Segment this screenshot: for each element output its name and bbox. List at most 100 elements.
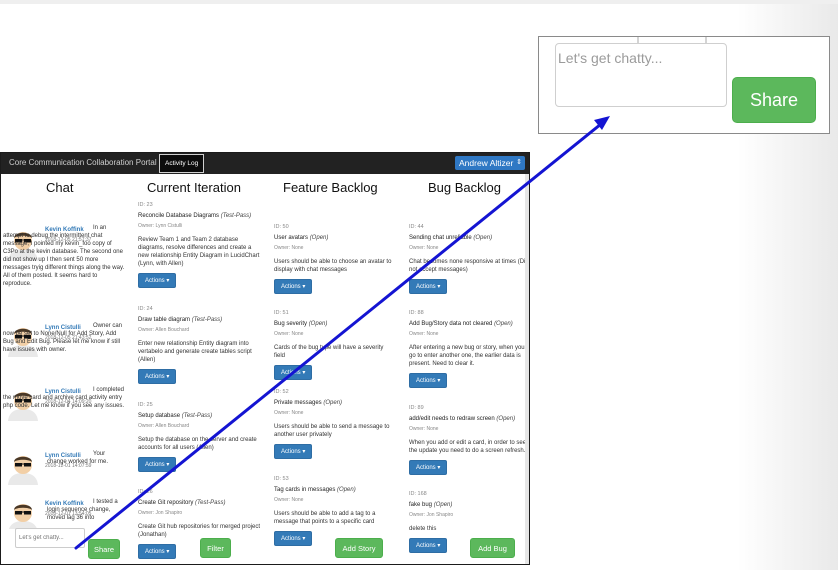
card-owner: Owner: None xyxy=(274,331,304,337)
card-title[interactable]: Bug severity (Open) xyxy=(274,321,396,327)
card-title[interactable]: Add Bug/Story data not cleared (Open) xyxy=(409,321,529,327)
card-description: Chat becomes none responsive at times (D… xyxy=(409,259,529,273)
card-current: ID: 24 Draw table diagram (Test-Pass) Ow… xyxy=(138,306,263,384)
filter-button[interactable]: Filter xyxy=(200,538,231,558)
app-window: Core Communication Collaboration Portal … xyxy=(0,152,530,565)
card-bug: ID: 44 Sending chat unreliable (Open) Ow… xyxy=(409,224,529,294)
card-owner: Owner: Jon Shapiro xyxy=(138,510,183,516)
card-owner: Owner: None xyxy=(409,426,439,432)
card-description: delete this xyxy=(409,526,437,532)
card-feature: ID: 52 Private messages (Open) Owner: No… xyxy=(274,389,396,459)
actions-dropdown-button[interactable]: Actions ▾ xyxy=(138,273,177,288)
bug-backlog-title: Bug Backlog xyxy=(428,180,501,195)
zoom-callout: Share xyxy=(538,36,830,134)
chat-share-button[interactable]: Share xyxy=(88,539,120,559)
card-id: ID: 50 xyxy=(274,224,289,230)
chat-text: I completed the move card and archive ca… xyxy=(3,387,125,409)
current-iteration-title: Current Iteration xyxy=(147,180,241,195)
card-owner: Owner: None xyxy=(274,245,304,251)
card-feature: ID: 53 Tag cards in messages (Open) Owne… xyxy=(274,476,396,546)
callout-chat-input[interactable] xyxy=(555,43,727,107)
card-id: ID: 53 xyxy=(274,476,289,482)
card-id: ID: 168 xyxy=(409,491,427,497)
actions-dropdown-button[interactable]: Actions ▾ xyxy=(409,279,448,294)
card-title[interactable]: Reconcile Database Diagrams (Test-Pass) xyxy=(138,213,263,219)
add-story-button[interactable]: Add Story xyxy=(335,538,383,558)
chat-message: Lynn Cistulli 2018-12-01 14:07:59 Your c… xyxy=(1,449,125,489)
card-owner: Owner: None xyxy=(274,410,304,416)
card-description: Users should be able to add a tag to a m… xyxy=(274,511,376,525)
card-feature: ID: 51 Bug severity (Open) Owner: None C… xyxy=(274,310,396,380)
card-feature: ID: 50 User avatars (Open) Owner: None U… xyxy=(274,224,396,294)
chat-text: I tested a login sequence change, moved … xyxy=(47,499,118,521)
card-description: Users should be able to send a message t… xyxy=(274,424,390,438)
actions-dropdown-button[interactable]: Actions ▾ xyxy=(274,444,313,459)
chat-column-title: Chat xyxy=(46,180,74,195)
card-description: Review Team 1 and Team 2 database diagra… xyxy=(138,237,260,267)
card-title[interactable]: Private messages (Open) xyxy=(274,400,396,406)
card-bug: ID: 89 add/edit needs to redraw screen (… xyxy=(409,405,529,475)
card-owner: Owner: None xyxy=(409,331,439,337)
card-owner: Owner: Allen Bouchard xyxy=(138,423,190,429)
card-title[interactable]: fake bug (Open) xyxy=(409,502,529,508)
card-id: ID: 25 xyxy=(138,402,153,408)
actions-dropdown-button[interactable]: Actions ▾ xyxy=(138,544,177,559)
card-owner: Owner: Jon Shapiro xyxy=(409,512,454,518)
chat-text: Owner can now be set to None/Null for Ad… xyxy=(3,323,123,353)
card-id: ID: 51 xyxy=(274,310,289,316)
callout-background-fragment xyxy=(637,37,707,43)
card-title[interactable]: Tag cards in messages (Open) xyxy=(274,487,396,493)
chat-text: In an attempt to debug the intermittent … xyxy=(3,225,125,287)
top-strip xyxy=(0,0,838,4)
chat-message: Lynn Cistulli 2018-12-04 14:09:20 I comp… xyxy=(1,385,125,437)
actions-dropdown-button[interactable]: Actions ▾ xyxy=(274,279,313,294)
card-description: Enter new relationship Entity diagram in… xyxy=(138,341,252,363)
avatar-icon xyxy=(8,456,38,485)
card-title[interactable]: Sending chat unreliable (Open) xyxy=(409,235,529,241)
card-id: ID: 88 xyxy=(409,310,424,316)
chat-text: Your change worked for me. xyxy=(47,451,109,465)
callout-share-button[interactable]: Share xyxy=(732,77,816,123)
actions-dropdown-button[interactable]: Actions ▾ xyxy=(138,457,177,472)
card-current: ID: 25 Setup database (Test-Pass) Owner:… xyxy=(138,402,263,472)
card-owner: Owner: Allen Bouchard xyxy=(138,327,190,333)
actions-dropdown-button[interactable]: Actions ▾ xyxy=(274,531,313,546)
card-description: Cards of the bug type will have a severi… xyxy=(274,345,384,359)
app-scrollbar[interactable] xyxy=(525,174,529,564)
actions-dropdown-button[interactable]: Actions ▾ xyxy=(409,373,448,388)
card-bug: ID: 88 Add Bug/Story data not cleared (O… xyxy=(409,310,529,388)
card-current: ID: 23 Reconcile Database Diagrams (Test… xyxy=(138,202,263,288)
updown-caret-icon: ⇕ xyxy=(516,159,522,166)
navbar-brand[interactable]: Core Communication Collaboration Portal xyxy=(9,158,157,167)
actions-dropdown-button[interactable]: Actions ▾ xyxy=(409,538,448,553)
chat-message: Kevin Koffink 2018-12-05 21:57:37 In an … xyxy=(1,223,125,311)
chat-message: Kevin Koffink 2018-12-01 13:54:05 I test… xyxy=(1,497,125,529)
navbar: Core Communication Collaboration Portal … xyxy=(1,153,529,174)
card-title[interactable]: Create Git repository (Test-Pass) xyxy=(138,500,263,506)
chat-message: Lynn Cistulli 2018-12-05 21:43:52 Owner … xyxy=(1,321,125,377)
card-owner: Owner: Lynn Cistulli xyxy=(138,223,183,229)
tab-activity-log[interactable]: Activity Log xyxy=(159,154,205,173)
card-description: Setup the database on the server and cre… xyxy=(138,437,257,451)
card-id: ID: 52 xyxy=(274,389,289,395)
feature-backlog-title: Feature Backlog xyxy=(283,180,378,195)
card-owner: Owner: None xyxy=(274,497,304,503)
add-bug-button[interactable]: Add Bug xyxy=(470,538,515,558)
card-owner: Owner: None xyxy=(409,245,439,251)
card-title[interactable]: User avatars (Open) xyxy=(274,235,396,241)
user-name: Andrew Altizer xyxy=(459,158,514,168)
actions-dropdown-button[interactable]: Actions ▾ xyxy=(409,460,448,475)
actions-dropdown-button[interactable]: Actions ▾ xyxy=(138,369,177,384)
card-id: ID: 23 xyxy=(138,202,153,208)
user-select[interactable]: Andrew Altizer ⇕ xyxy=(455,156,525,170)
chat-input[interactable] xyxy=(15,528,85,548)
card-id: ID: 24 xyxy=(138,306,153,312)
card-title[interactable]: Setup database (Test-Pass) xyxy=(138,413,263,419)
card-description: When you add or edit a card, in order to… xyxy=(409,440,527,454)
card-title[interactable]: Draw table diagram (Test-Pass) xyxy=(138,317,263,323)
card-description: Create Git hub repositories for merged p… xyxy=(138,524,261,538)
card-description: After entering a new bug or story, when … xyxy=(409,345,525,367)
card-title[interactable]: add/edit needs to redraw screen (Open) xyxy=(409,416,529,422)
actions-dropdown-button[interactable]: Actions ▾ xyxy=(274,365,313,380)
card-id: ID: 26 xyxy=(138,489,153,495)
